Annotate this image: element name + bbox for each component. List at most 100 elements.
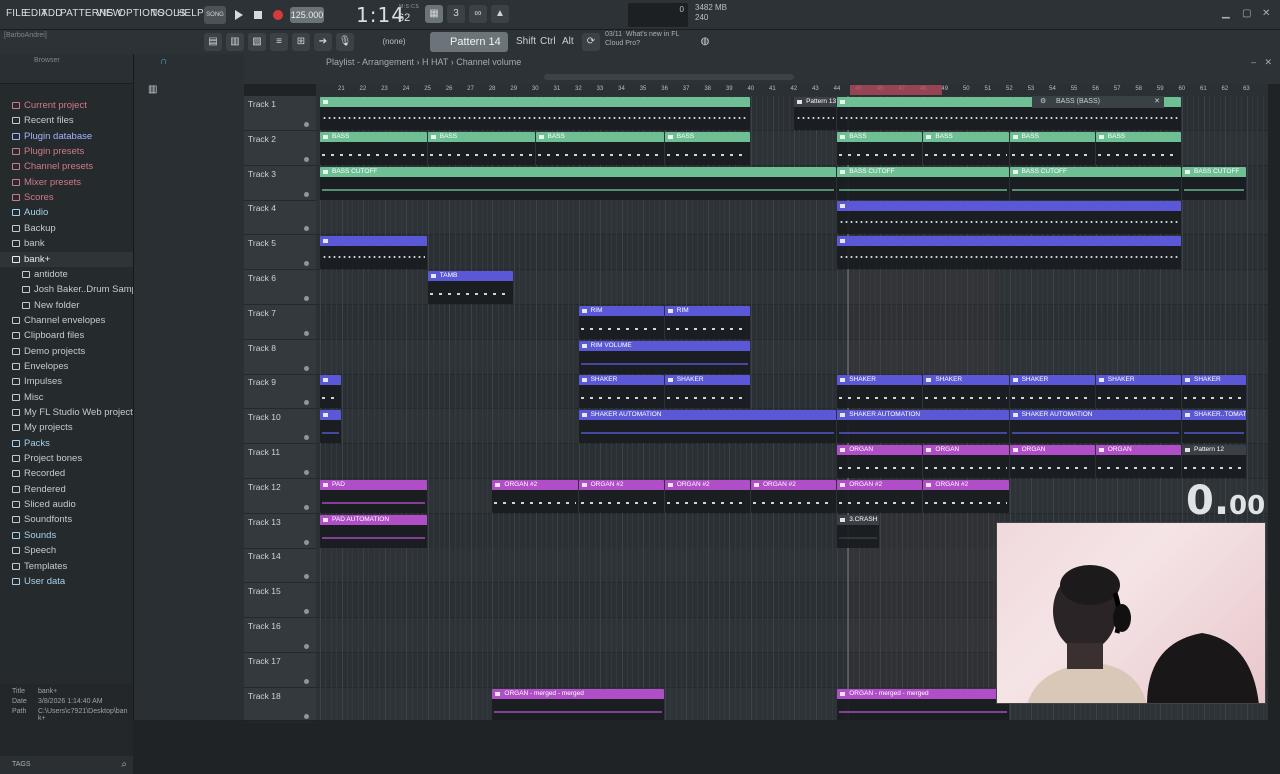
playlist-clip[interactable]: ORGAN — [923, 445, 1009, 478]
timeline-ruler[interactable]: 21 22 23 24 25 26 27 28 29 30 31 32 33 34 35 36 37 38 39 40… — [316, 84, 1268, 96]
playlist-clip[interactable]: Pattern 13 — [794, 97, 837, 130]
browser-item-josh-baker-drum-samples[interactable]: Josh Baker..Drum Samples — [0, 282, 133, 297]
track-header[interactable]: Track 1 — [244, 96, 316, 131]
recording-source-select[interactable]: (none) — [366, 35, 422, 49]
playlist-clip[interactable]: ORGAN #2 — [492, 479, 578, 513]
track-header[interactable]: Track 2 — [244, 131, 316, 166]
playlist-clip[interactable]: ORGAN — [1095, 445, 1181, 478]
globe-icon[interactable]: ◍ — [696, 33, 714, 51]
track-header[interactable]: Track 9 — [244, 374, 316, 410]
track-mute-toggle[interactable] — [304, 435, 309, 441]
microphone-icon[interactable]: 🎙 — [336, 33, 354, 51]
channel-rack-icon[interactable]: ▧ — [248, 33, 266, 51]
playlist-clip[interactable]: BASS CUTOFF — [1182, 166, 1246, 200]
playlist-clip[interactable] — [320, 97, 750, 130]
browser-item-sliced-audio[interactable]: Sliced audio — [0, 497, 133, 512]
browser-item-audio[interactable]: Audio — [0, 205, 133, 220]
playlist-scrollbar[interactable] — [544, 74, 794, 80]
playlist-clip[interactable]: BASS — [837, 131, 923, 165]
playlist-clip[interactable]: TAMB — [427, 271, 513, 304]
playlist-clip[interactable]: ORGAN - merged - merged — [492, 688, 664, 720]
browser-item-my-projects[interactable]: My projects — [0, 420, 133, 435]
playlist-clip[interactable]: BASS — [923, 131, 1009, 165]
track-mute-toggle[interactable] — [304, 330, 309, 336]
playlist-clip[interactable]: RIM VOLUME — [578, 340, 750, 374]
playlist-clip[interactable] — [320, 375, 341, 409]
track-mute-toggle[interactable] — [304, 226, 309, 232]
song-mode-toggle[interactable]: SONG — [204, 6, 226, 24]
track-header[interactable]: Track 13 — [244, 514, 316, 549]
browser-item-rendered[interactable]: Rendered — [0, 482, 133, 497]
news-ticker[interactable]: 03/11 What's new in FL Cloud Pro? — [605, 30, 697, 48]
browser-item-recorded[interactable]: Recorded — [0, 466, 133, 481]
track-header[interactable]: Track 3 — [244, 166, 316, 201]
browser-item-demo-projects[interactable]: Demo projects — [0, 344, 133, 359]
play-icon[interactable] — [230, 7, 246, 23]
playlist-clip[interactable]: SHAKER — [1095, 375, 1181, 409]
tempo-display[interactable]: 125.000 — [290, 7, 324, 23]
menu-help[interactable]: HELP — [177, 8, 204, 19]
plugin-picker-icon[interactable]: ⊞ — [292, 33, 310, 51]
stop-icon[interactable] — [250, 7, 266, 23]
browser-item-misc[interactable]: Misc — [0, 390, 133, 405]
playlist-clip[interactable]: Pattern 12 — [1182, 445, 1246, 478]
playlist-clip[interactable]: BASS CUTOFF — [837, 166, 1009, 200]
browser-item-plugin-database[interactable]: Plugin database — [0, 129, 133, 144]
metronome-icon[interactable]: ▲ — [491, 5, 509, 23]
track-mute-toggle[interactable] — [304, 191, 309, 197]
track-header[interactable]: Track 10 — [244, 409, 316, 445]
track-mute-toggle[interactable] — [304, 539, 309, 545]
track-mute-toggle[interactable] — [304, 156, 309, 162]
playlist-clip[interactable]: BASS — [320, 131, 427, 165]
playlist-clip[interactable]: RIM — [664, 305, 750, 339]
playlist-clip[interactable]: SHAKER AUTOMATION — [578, 410, 837, 444]
plugin-popup-bar[interactable]: ⚙ BASS (BASS) ✕ — [1032, 96, 1164, 108]
playlist-clip[interactable]: PAD — [320, 479, 427, 513]
browser-item-speech[interactable]: Speech — [0, 543, 133, 558]
browser-item-channel-envelopes[interactable]: Channel envelopes — [0, 313, 133, 328]
playlist-clip[interactable]: ORGAN #2 — [664, 479, 750, 513]
track-mute-toggle[interactable] — [304, 122, 309, 127]
playlist-clip[interactable]: PAD AUTOMATION — [320, 514, 427, 548]
playlist-clip[interactable]: BASS CUTOFF — [1009, 166, 1181, 200]
playlist-minimize-icon[interactable]: – — [1251, 54, 1256, 70]
piano-icon[interactable]: ▥ — [148, 84, 157, 95]
browser-item-recent-files[interactable]: Recent files — [0, 113, 133, 128]
track-header[interactable]: Track 12 — [244, 479, 316, 514]
track-header[interactable]: Track 5 — [244, 235, 316, 271]
pattern-mode-icon[interactable]: ▦ — [425, 5, 443, 23]
browser-item-backup[interactable]: Backup — [0, 221, 133, 236]
loop-region-marker[interactable] — [850, 85, 942, 95]
playlist-clip[interactable]: ORGAN #2 — [837, 479, 923, 513]
track-header[interactable]: Track 8 — [244, 340, 316, 375]
alt-key-indicator[interactable]: Alt — [562, 36, 574, 47]
track-mute-toggle[interactable] — [304, 609, 309, 615]
minimize-icon[interactable]: ▁ — [1222, 8, 1230, 19]
browser-item-scores[interactable]: Scores — [0, 190, 133, 205]
search-icon[interactable]: ⌕ — [121, 756, 127, 774]
playlist-clip[interactable]: SHAKER — [1182, 375, 1246, 409]
playlist-clip[interactable]: ORGAN #2 — [751, 479, 837, 513]
browser-item-impulses[interactable]: Impulses — [0, 374, 133, 389]
playlist-clip[interactable]: ORGAN - merged - merged — [837, 688, 1009, 720]
playlist-close-icon[interactable]: ✕ — [1264, 54, 1272, 70]
browser-item-current-project[interactable]: Current project — [0, 98, 133, 113]
loop-record-icon[interactable]: ∞ — [469, 5, 487, 23]
tags-bar[interactable]: TAGS ⌕ — [0, 756, 133, 774]
playlist-clip[interactable]: BASS CUTOFF — [320, 166, 837, 200]
playlist-clip[interactable]: SHAKER..TOMATION — [1182, 410, 1246, 444]
browser-item-project-bones[interactable]: Project bones — [0, 451, 133, 466]
track-header[interactable]: Track 18 — [244, 688, 316, 723]
shift-key-indicator[interactable]: Shift — [516, 36, 536, 47]
playlist-icon[interactable]: ▤ — [204, 33, 222, 51]
browser-item-antidote[interactable]: antidote — [0, 267, 133, 282]
track-mute-toggle[interactable] — [304, 470, 309, 475]
playlist-clip[interactable]: ORGAN — [1009, 445, 1095, 478]
gear-icon[interactable]: ⚙ — [1040, 96, 1046, 108]
track-header[interactable]: Track 11 — [244, 444, 316, 479]
playlist-clip[interactable]: ORGAN #2 — [923, 479, 1009, 513]
browser-item-channel-presets[interactable]: Channel presets — [0, 159, 133, 174]
playlist-clip[interactable]: RIM — [578, 305, 664, 339]
browser-item-soundfonts[interactable]: Soundfonts — [0, 512, 133, 527]
pattern-selector[interactable]: Pattern 14 — [430, 32, 508, 52]
